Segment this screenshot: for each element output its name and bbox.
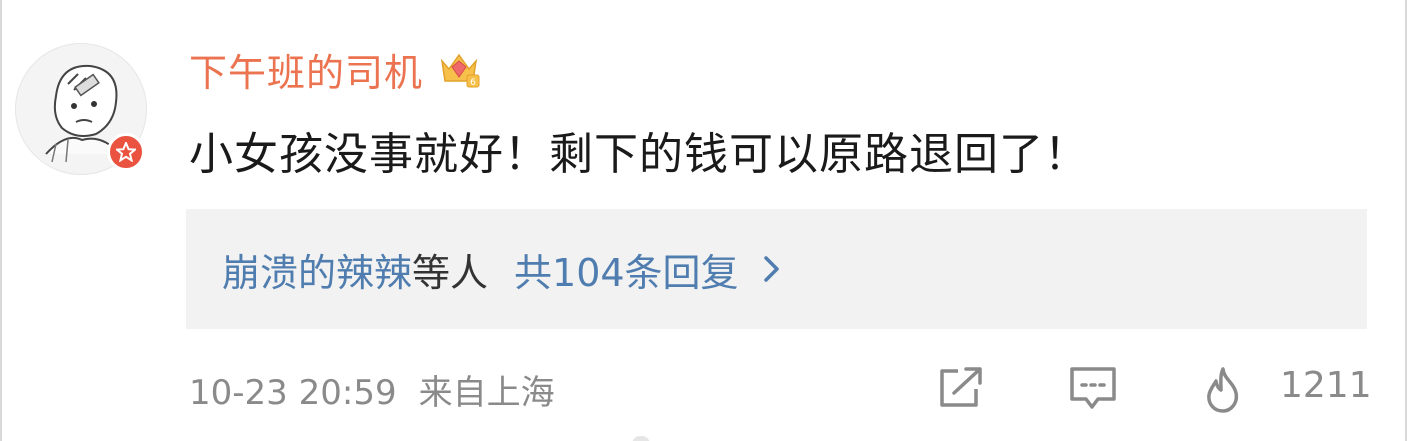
username-row: 下午班的司机 6 bbox=[189, 42, 481, 97]
comment-location: 来自上海 bbox=[418, 373, 555, 413]
replies-summary[interactable]: 崩溃的辣辣 等人 共104条回复 bbox=[186, 209, 1367, 329]
reply-button[interactable] bbox=[1068, 365, 1118, 413]
comment-timestamp: 10-23 20:59 bbox=[189, 373, 397, 413]
comment-meta: 10-23 20:59 来自上海 bbox=[189, 365, 555, 414]
flame-like-icon bbox=[1207, 367, 1239, 413]
share-button[interactable] bbox=[936, 365, 986, 411]
svg-text:6: 6 bbox=[470, 78, 476, 88]
share-icon bbox=[940, 367, 982, 407]
reply-etc-label: 等人 bbox=[412, 250, 489, 295]
comment-icon bbox=[1070, 367, 1116, 409]
comment-text: 小女孩没事就好！剩下的钱可以原路退回了！ bbox=[189, 129, 1089, 180]
reply-user-names[interactable]: 崩溃的辣辣 bbox=[222, 242, 412, 297]
scroll-indicator bbox=[632, 436, 650, 441]
chevron-right-icon bbox=[763, 256, 779, 282]
reply-count-link[interactable]: 共104条回复 bbox=[514, 242, 739, 297]
like-button[interactable] bbox=[1200, 365, 1246, 415]
verified-star-icon bbox=[107, 133, 145, 171]
comment-card: 下午班的司机 6 小女孩没事就好！剩下的钱可以原路退回了！ 崩溃的辣辣 等人 共… bbox=[0, 0, 1407, 441]
username[interactable]: 下午班的司机 bbox=[189, 42, 423, 97]
like-count: 1211 bbox=[1280, 365, 1372, 406]
crown-gem-icon[interactable]: 6 bbox=[437, 47, 481, 91]
avatar[interactable] bbox=[15, 43, 147, 175]
